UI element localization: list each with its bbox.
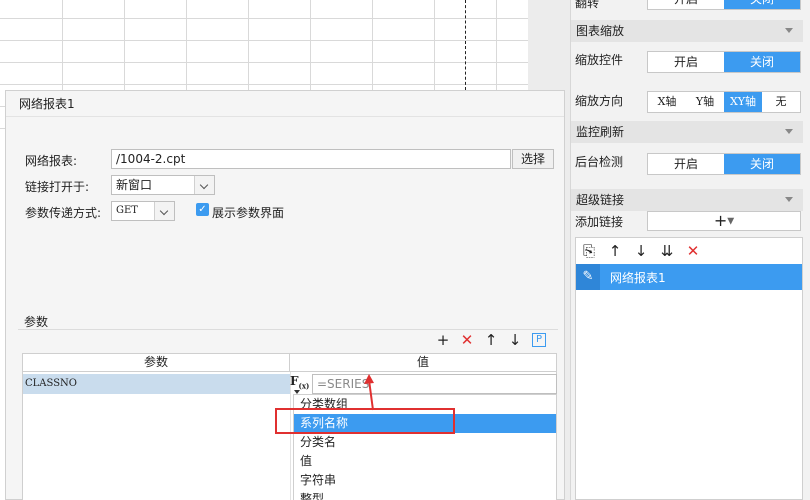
- dropdown-option[interactable]: 整型: [294, 490, 556, 500]
- zoom-control-label: 缩放控件: [575, 53, 624, 67]
- show-params-label: 展示参数界面: [212, 206, 285, 220]
- page-break-line: [465, 0, 466, 90]
- parameter-icon[interactable]: P: [532, 333, 546, 347]
- flip-label: 翻转: [575, 0, 600, 10]
- chevron-down-icon: [154, 202, 174, 220]
- dialog-title: 网络报表1: [6, 91, 564, 117]
- open-in-label: 链接打开于:: [25, 180, 90, 194]
- param-method-select[interactable]: GET: [111, 201, 175, 221]
- flip-off-option[interactable]: 关闭: [724, 0, 800, 9]
- report-path-input[interactable]: /1004-2.cpt: [111, 149, 511, 169]
- divider: [18, 329, 558, 330]
- monitor-section-title: 监控刷新: [576, 125, 625, 139]
- zoom-direction-xy[interactable]: XY轴: [724, 92, 762, 112]
- formula-value-input[interactable]: =SERIES: [312, 374, 557, 394]
- add-icon[interactable]: +: [436, 331, 450, 349]
- params-toolbar: + ✕ ↑ ↓ P: [436, 331, 546, 349]
- plus-icon: +: [713, 211, 728, 230]
- dropdown-option[interactable]: 值: [294, 452, 556, 471]
- param-method-label: 参数传递方式:: [25, 206, 102, 220]
- hyperlink-item-label: 网络报表1: [610, 270, 666, 285]
- choose-button[interactable]: 选择: [512, 149, 554, 169]
- move-up-icon[interactable]: ↑: [484, 331, 498, 349]
- property-panel: 翻转 开启 关闭 图表缩放 缩放控件 开启 关闭 缩放方向 X轴 Y轴 XY轴 …: [570, 0, 810, 500]
- move-down-icon[interactable]: ↓: [632, 242, 650, 260]
- zoom-direction-x[interactable]: X轴: [648, 92, 686, 112]
- zoom-section-title: 图表缩放: [576, 24, 625, 38]
- chevron-down-icon: [194, 176, 214, 194]
- dropdown-option[interactable]: 字符串: [294, 471, 556, 490]
- collapse-arrow-icon: [785, 197, 793, 202]
- zoom-direction-segmented[interactable]: X轴 Y轴 XY轴 无: [647, 91, 801, 113]
- dropdown-option[interactable]: 分类名: [294, 433, 556, 452]
- zoom-direction-none[interactable]: 无: [762, 92, 800, 112]
- flip-toggle[interactable]: 开启 关闭: [647, 0, 801, 10]
- zoom-control-on-option[interactable]: 开启: [648, 52, 724, 72]
- hyperlink-dialog: 网络报表1 网络报表: /1004-2.cpt 选择 链接打开于: 新窗口 参数…: [5, 90, 565, 500]
- hyperlink-section-title: 超级链接: [576, 193, 625, 207]
- zoom-section-header[interactable]: 图表缩放: [571, 20, 803, 42]
- sort-down-icon[interactable]: ⇊: [658, 242, 676, 260]
- params-section-title: 参数: [24, 315, 49, 329]
- delete-icon[interactable]: ✕: [684, 242, 702, 260]
- add-link-label: 添加链接: [575, 215, 624, 229]
- zoom-direction-label: 缩放方向: [575, 94, 624, 108]
- hyperlink-list: ⎘ ↑ ↓ ⇊ ✕ ✎ 网络报表1: [575, 237, 803, 500]
- chevron-down-icon: ▼: [727, 216, 735, 227]
- copy-icon[interactable]: ⎘: [580, 242, 598, 260]
- background-check-toggle[interactable]: 开启 关闭: [647, 153, 801, 175]
- column-header-param: 参数: [23, 354, 290, 371]
- move-up-icon[interactable]: ↑: [606, 242, 624, 260]
- edit-pencil-icon: ✎: [576, 264, 600, 290]
- collapse-arrow-icon: [785, 28, 793, 33]
- hyperlink-toolbar: ⎘ ↑ ↓ ⇊ ✕: [576, 238, 802, 264]
- zoom-control-off-option[interactable]: 关闭: [724, 52, 800, 72]
- formula-icon[interactable]: F(x): [290, 374, 310, 394]
- background-check-off-option[interactable]: 关闭: [724, 154, 800, 174]
- param-method-value: GET: [116, 205, 138, 216]
- hyperlink-section-header[interactable]: 超级链接: [571, 189, 803, 211]
- background-check-label: 后台检测: [575, 155, 624, 169]
- open-in-select[interactable]: 新窗口: [111, 175, 215, 195]
- zoom-direction-y[interactable]: Y轴: [686, 92, 724, 112]
- column-header-value: 值: [416, 355, 429, 369]
- report-label: 网络报表:: [25, 154, 78, 168]
- flip-on-option[interactable]: 开启: [648, 0, 724, 9]
- collapse-arrow-icon: [785, 129, 793, 134]
- background-check-on-option[interactable]: 开启: [648, 154, 724, 174]
- add-link-button[interactable]: +▼: [647, 211, 801, 231]
- hyperlink-list-item[interactable]: ✎ 网络报表1: [576, 264, 802, 290]
- show-params-checkbox[interactable]: ✓: [196, 203, 209, 216]
- move-down-icon[interactable]: ↓: [508, 331, 522, 349]
- annotation-arrow-icon: [364, 374, 374, 411]
- table-row-param-cell[interactable]: CLASSNO: [23, 374, 290, 394]
- monitor-section-header[interactable]: 监控刷新: [571, 121, 803, 143]
- open-in-value: 新窗口: [116, 178, 153, 192]
- zoom-control-toggle[interactable]: 开启 关闭: [647, 51, 801, 73]
- delete-icon[interactable]: ✕: [460, 331, 474, 349]
- params-table-header: 参数 值: [23, 354, 556, 372]
